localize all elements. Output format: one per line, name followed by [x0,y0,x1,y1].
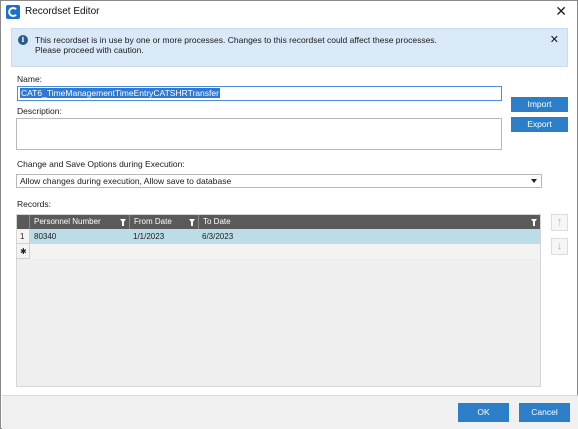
records-label: Records: [17,199,52,209]
cancel-button[interactable]: Cancel [519,403,570,422]
banner-close-button[interactable]: ✕ [550,33,559,46]
column-header-label: Personnel Number [34,217,101,226]
recordset-editor-window: Recordset Editor ✕ i This recordset is i… [0,0,578,429]
info-icon: i [18,35,28,45]
column-header-personnel-number[interactable]: Personnel Number [30,215,130,229]
window-title: Recordset Editor [25,6,100,17]
banner-message-line2: Please proceed with caution. [35,45,144,55]
options-select-value: Allow changes during execution, Allow sa… [20,176,232,186]
description-input[interactable] [16,118,502,150]
banner-message: This recordset is in use by one or more … [35,35,437,55]
filter-icon[interactable] [189,219,195,226]
description-label: Description: [17,106,62,116]
title-bar: Recordset Editor ✕ [1,1,577,23]
new-row-marker-icon: ✱ [17,244,30,259]
grid-corner [17,215,30,229]
window-close-button[interactable]: ✕ [555,4,567,18]
column-header-from-date[interactable]: From Date [130,215,199,229]
warning-banner: i This recordset is in use by one or mor… [11,28,568,67]
column-header-to-date[interactable]: To Date [199,215,540,229]
options-label: Change and Save Options during Execution… [17,159,185,169]
grid-header: Personnel Number From Date To Date [17,215,540,229]
move-up-button[interactable]: ↑ [551,214,568,231]
ok-button[interactable]: OK [458,403,509,422]
app-logo-icon [6,5,20,19]
move-down-button[interactable]: ↓ [551,238,568,255]
row-header[interactable]: 1 [17,229,30,244]
filter-icon[interactable] [531,219,537,226]
options-select[interactable]: Allow changes during execution, Allow sa… [16,174,542,188]
cell-to-date[interactable]: 6/3/2023 [199,229,540,244]
chevron-down-icon [531,179,537,183]
name-label: Name: [17,74,43,84]
column-header-label: From Date [134,217,172,226]
records-grid: Personnel Number From Date To Date 1 803… [16,214,541,387]
import-button[interactable]: Import [511,97,568,112]
cell-personnel-number[interactable]: 80340 [31,229,130,244]
filter-icon[interactable] [120,219,126,226]
table-row[interactable]: 1 80340 1/1/2023 6/3/2023 [17,229,540,244]
new-row[interactable]: ✱ [17,244,540,259]
dialog-footer: OK Cancel [2,395,578,429]
name-input[interactable]: CAT6_TimeManagementTimeEntryCATSHRTransf… [17,86,502,101]
name-input-value: CAT6_TimeManagementTimeEntryCATSHRTransf… [20,88,220,98]
export-button[interactable]: Export [511,117,568,132]
banner-message-line1: This recordset is in use by one or more … [35,35,437,45]
column-header-label: To Date [203,217,231,226]
cell-from-date[interactable]: 1/1/2023 [130,229,199,244]
